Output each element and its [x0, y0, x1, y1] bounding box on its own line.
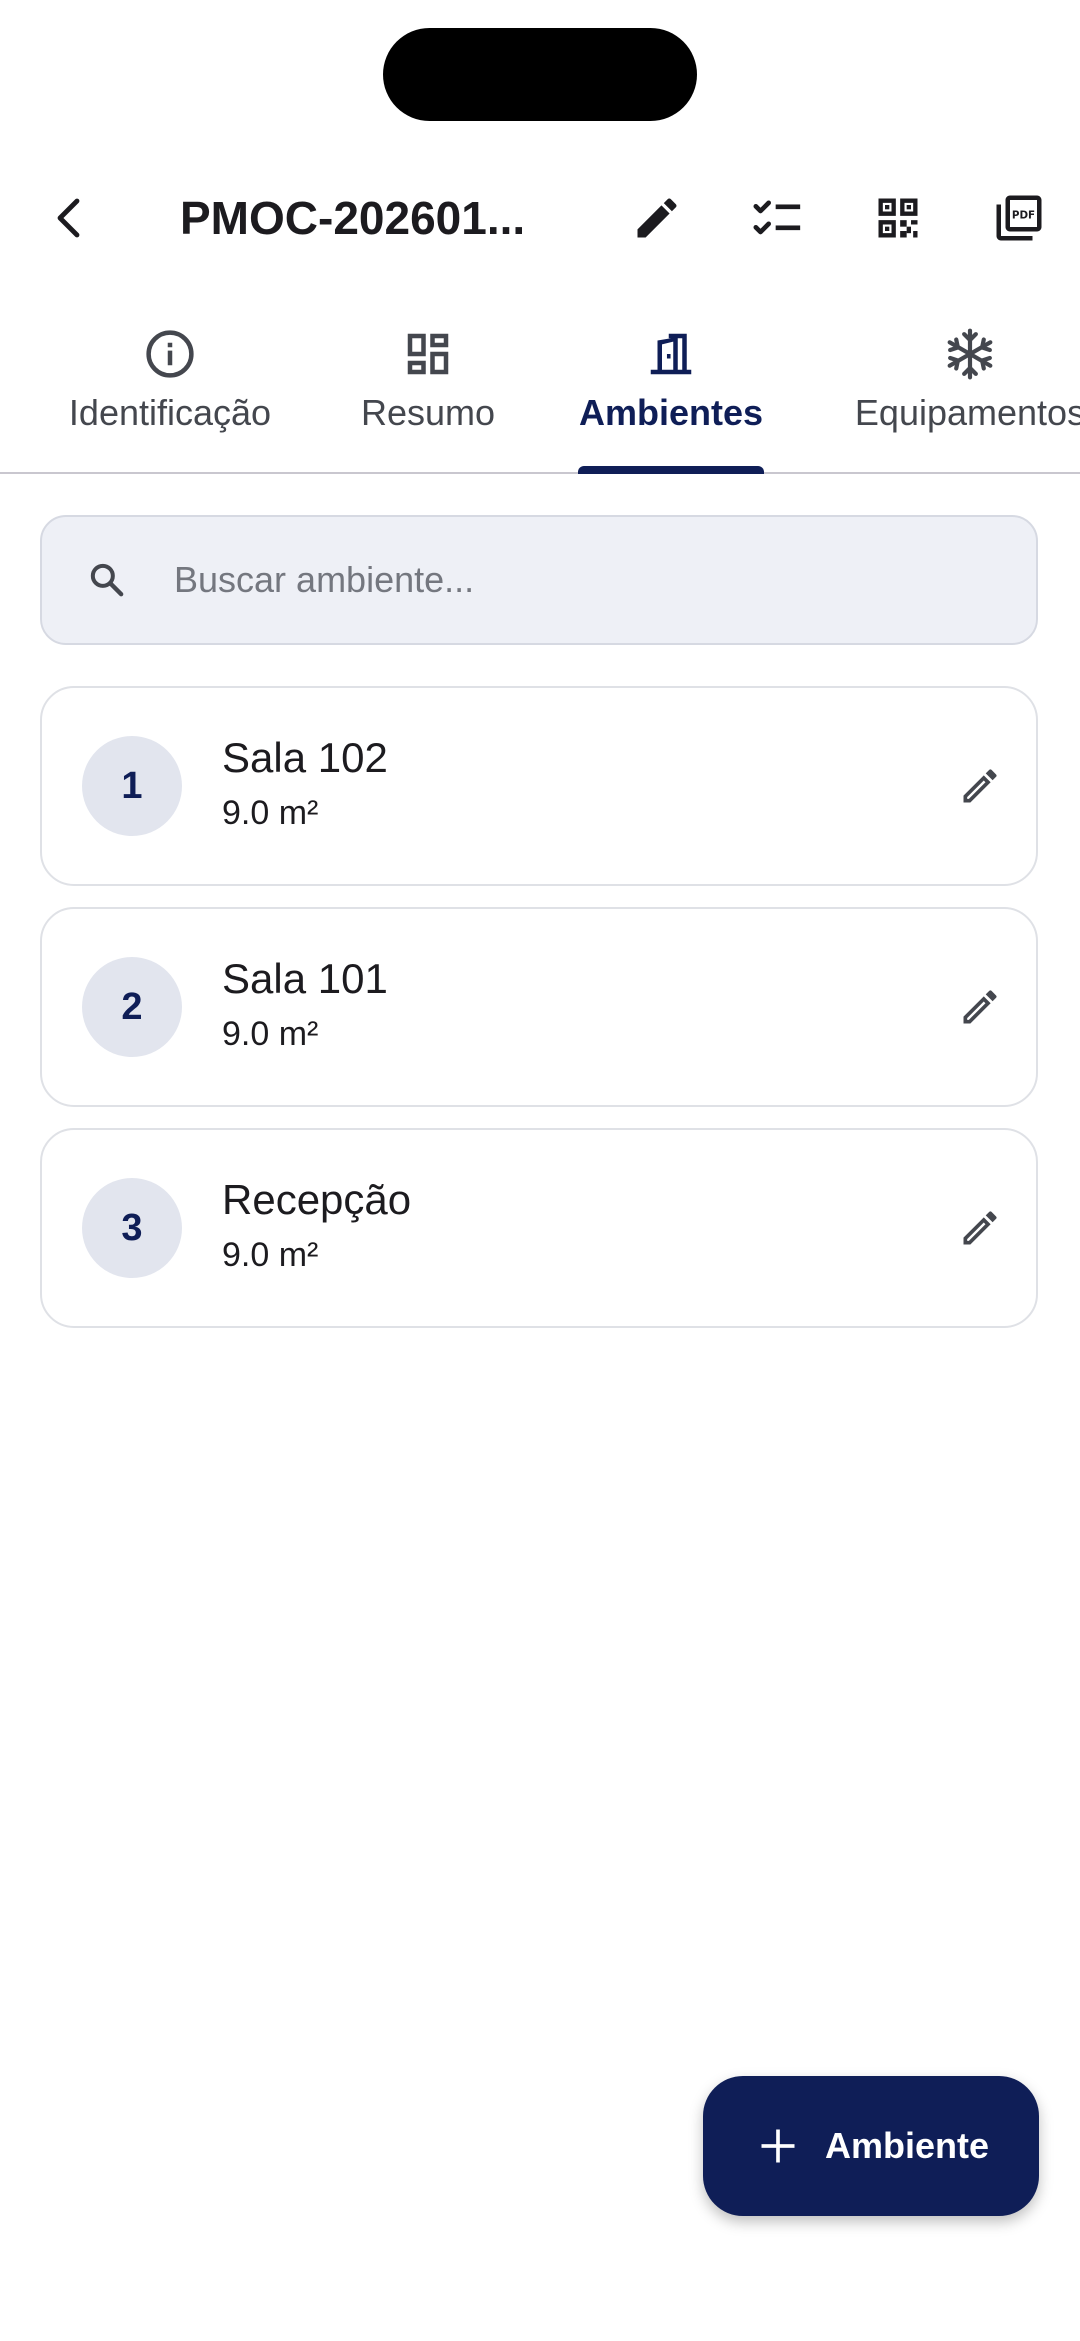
- room-area: 9.0 m²: [222, 794, 319, 832]
- room-name: Sala 101: [222, 955, 388, 1002]
- room-number-badge: 2: [82, 957, 182, 1057]
- checklist-icon: [753, 200, 801, 235]
- camera-notch: [383, 28, 697, 121]
- tab-label: Identificação: [68, 392, 272, 433]
- pencil-outline-icon: [963, 1211, 997, 1245]
- svg-text:PDF: PDF: [1012, 209, 1035, 221]
- tab-resumo[interactable]: Resumo: [350, 310, 506, 474]
- qr-code-icon: [878, 198, 918, 238]
- checklist-button[interactable]: [738, 178, 818, 258]
- fab-label: Ambiente: [824, 2125, 990, 2166]
- add-ambiente-button[interactable]: Ambiente: [703, 2076, 1039, 2216]
- room-number-badge: 3: [82, 1178, 182, 1278]
- tab-equipamentos[interactable]: Equipamentos: [840, 310, 1080, 474]
- active-tab-indicator: [578, 466, 764, 474]
- pencil-outline-icon: [963, 769, 997, 803]
- pdf-icon: PDF: [996, 195, 1042, 241]
- edit-button[interactable]: [617, 178, 697, 258]
- pencil-outline-icon: [963, 990, 997, 1024]
- list-item[interactable]: 2 Sala 101 9.0 m²: [40, 907, 1038, 1107]
- tab-bar: Identificação Resumo Ambientes Equipamen…: [0, 310, 1080, 474]
- tab-identificacao[interactable]: Identificação: [50, 310, 290, 474]
- pencil-icon: [637, 198, 677, 238]
- tab-ambientes[interactable]: Ambientes: [571, 310, 771, 474]
- qr-code-button[interactable]: [858, 178, 938, 258]
- tab-label: Ambientes: [578, 392, 764, 433]
- search-input[interactable]: [172, 549, 1036, 611]
- edit-room-button[interactable]: [942, 969, 1018, 1045]
- list-item[interactable]: 3 Recepção 9.0 m²: [40, 1128, 1038, 1328]
- door-icon: [650, 333, 692, 375]
- back-button[interactable]: [30, 178, 110, 258]
- info-icon: [146, 330, 194, 378]
- app-bar: PMOC-202601... PDF: [0, 168, 1080, 268]
- page-title: PMOC-202601...: [180, 192, 526, 244]
- tab-label: Equipamentos: [854, 392, 1080, 433]
- room-area: 9.0 m²: [222, 1236, 319, 1274]
- snowflake-icon: [947, 328, 993, 380]
- edit-room-button[interactable]: [942, 748, 1018, 824]
- tab-divider: [0, 472, 1080, 474]
- arrow-back-icon: [57, 198, 80, 238]
- list-item[interactable]: 1 Sala 102 9.0 m²: [40, 686, 1038, 886]
- screen: PMOC-202601... PDF Identificação Resumo …: [0, 0, 1080, 2341]
- search-icon: [90, 563, 124, 597]
- plus-icon: [761, 2129, 795, 2163]
- room-number-badge: 1: [82, 736, 182, 836]
- pdf-button[interactable]: PDF: [979, 178, 1059, 258]
- edit-room-button[interactable]: [942, 1190, 1018, 1266]
- room-name: Recepção: [222, 1176, 412, 1223]
- tab-label: Resumo: [360, 392, 496, 433]
- dashboard-icon: [407, 333, 449, 375]
- room-area: 9.0 m²: [222, 1015, 319, 1053]
- room-name: Sala 102: [222, 734, 388, 781]
- search-bar[interactable]: [40, 515, 1038, 645]
